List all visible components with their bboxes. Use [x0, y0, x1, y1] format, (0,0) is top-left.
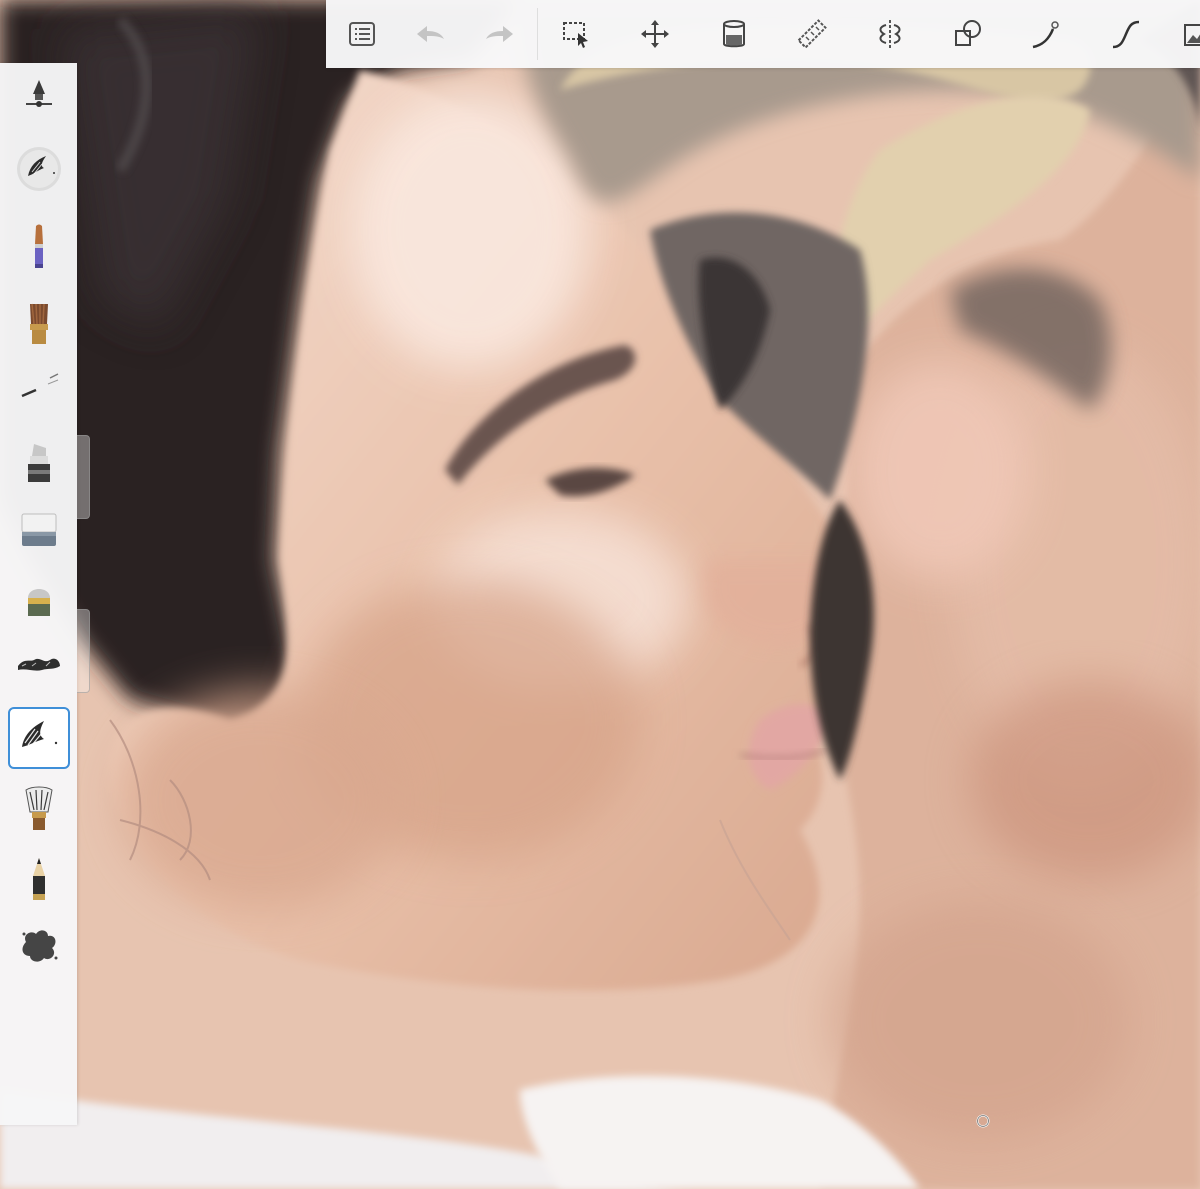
palette-expand-tab[interactable] — [77, 435, 90, 519]
top-toolbar — [326, 0, 1200, 68]
brush-preview-icon[interactable] — [9, 139, 69, 199]
layers-icon[interactable] — [1174, 14, 1200, 54]
canvas-cursor-icon — [976, 1114, 990, 1128]
undo-arrow-icon[interactable] — [410, 14, 450, 54]
soft-eraser-icon[interactable] — [9, 571, 69, 631]
move-icon[interactable] — [635, 14, 675, 54]
steady-stroke-icon[interactable] — [1026, 14, 1066, 54]
eraser-icon[interactable] — [9, 499, 69, 559]
shapes-icon[interactable] — [948, 14, 988, 54]
brush-palette — [0, 63, 90, 1125]
brush-size-slider-icon[interactable] — [9, 65, 69, 125]
fill-bucket-icon[interactable] — [714, 14, 754, 54]
list-menu-icon[interactable] — [342, 14, 382, 54]
symmetry-icon[interactable] — [870, 14, 910, 54]
curve-icon[interactable] — [1106, 14, 1146, 54]
redo-arrow-icon[interactable] — [480, 14, 520, 54]
marker-icon[interactable] — [9, 433, 69, 493]
palette-expand-tab-2[interactable] — [77, 609, 90, 693]
toolbar-separator — [537, 8, 538, 60]
flat-brush-icon[interactable] — [9, 293, 69, 353]
drawing-canvas[interactable] — [0, 0, 1200, 1189]
paintbrush-icon[interactable] — [9, 217, 69, 277]
airbrush-icon[interactable] — [9, 359, 69, 419]
fan-brush-icon[interactable] — [9, 779, 69, 839]
smear-brush-icon[interactable] — [8, 707, 70, 769]
selection-icon[interactable] — [556, 14, 596, 54]
splatter-brush-icon[interactable] — [9, 915, 69, 975]
texture-brush-icon[interactable] — [9, 633, 69, 693]
pencil-icon[interactable] — [9, 849, 69, 909]
ruler-icon[interactable] — [792, 14, 832, 54]
